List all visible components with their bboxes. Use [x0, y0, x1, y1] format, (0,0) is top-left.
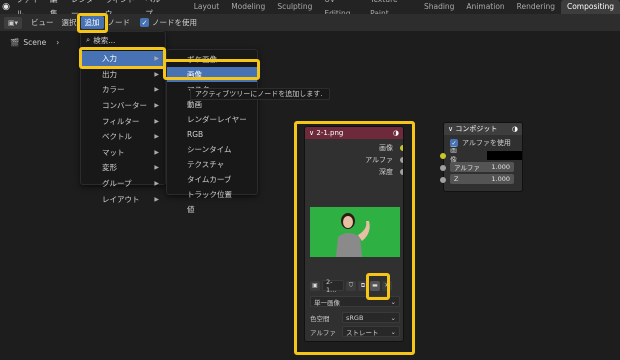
add-menu-search[interactable]: ⌕ 検索... [81, 33, 165, 47]
menu-item-vector[interactable]: ベクトル ▶ [81, 129, 165, 145]
menu-item-converter[interactable]: コンバーター ▶ [81, 98, 165, 114]
composite-z-socket[interactable] [440, 177, 446, 183]
scene-icon: 🎬 [10, 38, 20, 47]
sphere-icon: ◑ [511, 125, 518, 133]
composite-node-header[interactable]: ∨ コンポジット ◑ [444, 123, 522, 135]
composite-alpha-socket[interactable] [440, 165, 446, 171]
tab-modeling[interactable]: Modeling [225, 0, 271, 14]
menu-node[interactable]: ノード [104, 14, 135, 31]
blender-logo-icon[interactable]: ◉ [0, 0, 12, 14]
highlight-image-node [294, 121, 415, 355]
submenu-item-time-curve[interactable]: タイムカーブ [167, 172, 257, 187]
tab-layout[interactable]: Layout [188, 0, 226, 14]
tab-animation[interactable]: Animation [460, 0, 510, 14]
use-nodes-label: ノードを使用 [152, 18, 197, 27]
submenu-arrow-icon: ▶ [154, 133, 159, 141]
submenu-item-render-layers[interactable]: レンダーレイヤー [167, 112, 257, 127]
menu-view[interactable]: ビュー [27, 14, 58, 31]
z-value-field[interactable]: Z 1.000 [450, 174, 514, 184]
use-alpha-label: アルファを使用 [462, 139, 511, 147]
submenu-item-value[interactable]: 値 [167, 202, 257, 217]
menu-item-distort[interactable]: 変形 ▶ [81, 160, 165, 176]
menu-item-group[interactable]: グループ ▶ [81, 176, 165, 192]
highlight-add-menu [77, 13, 108, 33]
search-icon: ⌕ [86, 35, 91, 44]
tooltip: アクティブツリーにノードを追加します. [190, 88, 330, 100]
submenu-item-rgb[interactable]: RGB [167, 127, 257, 142]
use-nodes-checkbox[interactable]: ✓ [140, 18, 149, 27]
composite-node[interactable]: ∨ コンポジット ◑ ✓ アルファを使用 画像 アルファ 1.000 Z 1.0… [443, 122, 523, 192]
submenu-item-track-position[interactable]: トラック位置 [167, 187, 257, 202]
scene-label: Scene [23, 38, 47, 47]
breadcrumb: 🎬 Scene › [10, 38, 59, 47]
highlight-image-item [163, 59, 260, 80]
composite-node-title: コンポジット [455, 125, 498, 133]
image-color-swatch[interactable] [487, 150, 522, 160]
composite-image-socket[interactable] [440, 153, 446, 159]
submenu-arrow-icon: ▶ [154, 102, 159, 110]
tab-sculpting[interactable]: Sculpting [271, 0, 318, 14]
highlight-input-item [79, 47, 166, 69]
menu-item-filter[interactable]: フィルター ▶ [81, 113, 165, 129]
submenu-arrow-icon: ▶ [154, 148, 159, 156]
tab-shading[interactable]: Shading [418, 0, 460, 14]
top-menubar: ◉ ファイル 編集 レンダー ウィンドウ ヘルプ Layout Modeling… [0, 0, 620, 18]
menu-item-color[interactable]: カラー ▶ [81, 82, 165, 98]
chevron-right-icon: › [56, 38, 60, 47]
submenu-arrow-icon: ▶ [154, 86, 159, 94]
editor-type-icon[interactable]: ▣▾ [4, 16, 22, 29]
menu-item-layout[interactable]: レイアウト ▶ [81, 191, 165, 207]
tab-compositing[interactable]: Compositing [560, 0, 620, 14]
submenu-item-scene-time[interactable]: シーンタイム [167, 142, 257, 157]
submenu-arrow-icon: ▶ [154, 117, 159, 125]
submenu-arrow-icon: ▶ [154, 70, 159, 78]
input-z-row: Z 1.000 [444, 173, 522, 185]
submenu-item-texture[interactable]: テクスチャ [167, 157, 257, 172]
input-image-row: 画像 [444, 146, 522, 164]
submenu-arrow-icon: ▶ [154, 164, 159, 172]
collapse-icon[interactable]: ∨ [448, 125, 453, 133]
submenu-arrow-icon: ▶ [154, 180, 159, 188]
submenu-arrow-icon: ▶ [154, 195, 159, 203]
tab-rendering[interactable]: Rendering [511, 0, 561, 14]
highlight-open-button [366, 273, 390, 300]
menu-item-matte[interactable]: マット ▶ [81, 145, 165, 161]
alpha-value-field[interactable]: アルファ 1.000 [450, 162, 514, 172]
input-alpha-row: アルファ 1.000 [444, 161, 522, 173]
